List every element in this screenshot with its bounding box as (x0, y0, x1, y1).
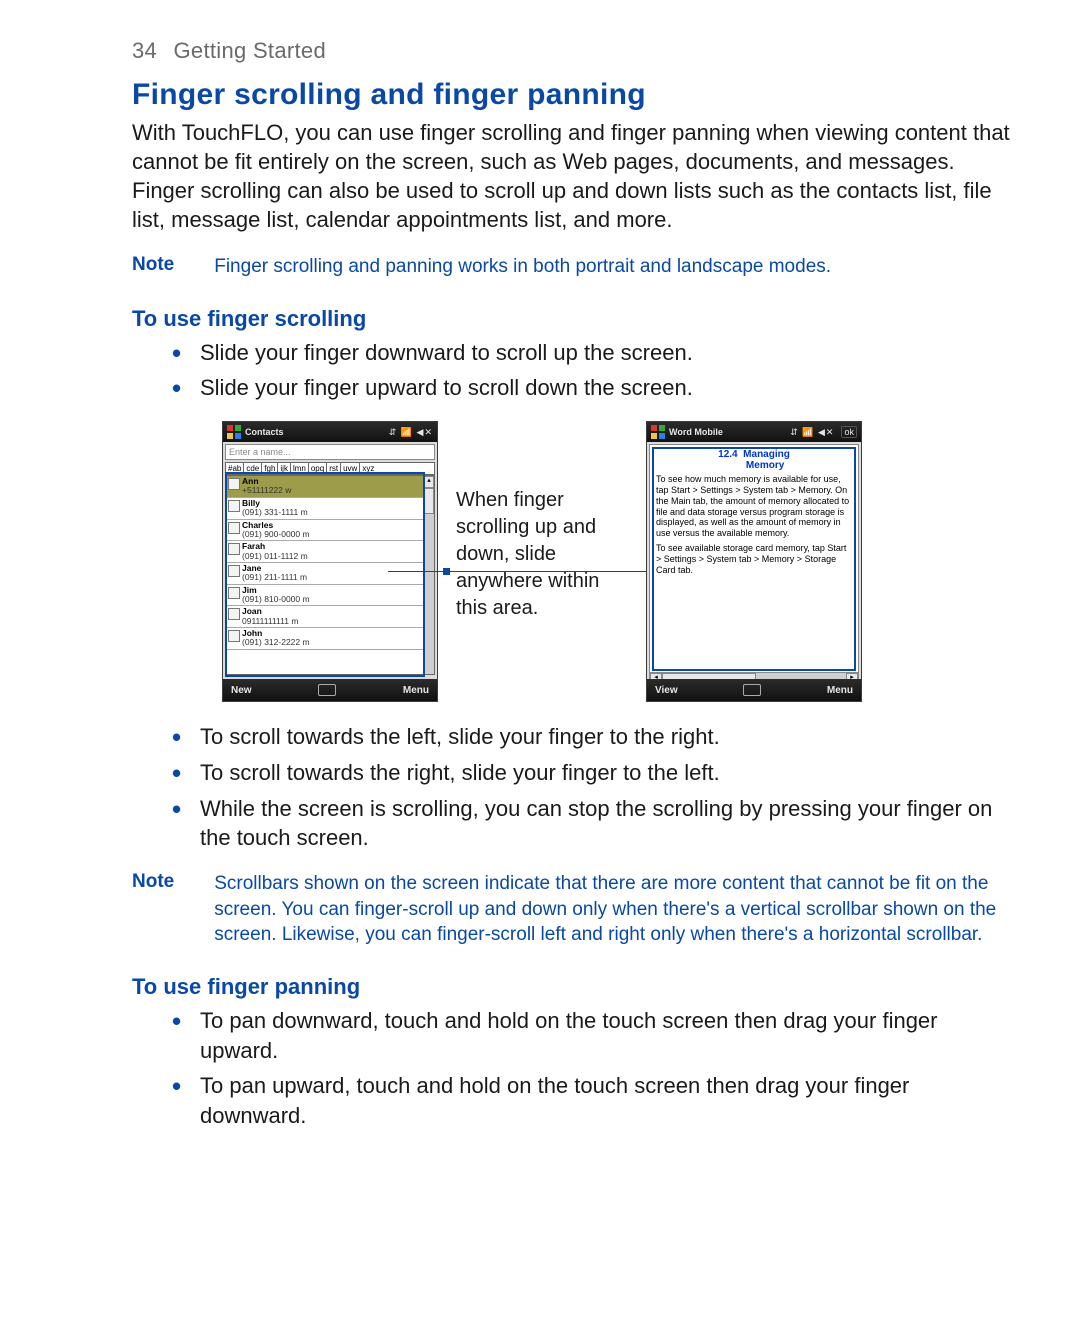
contact-row[interactable]: Joan09111111111 m (226, 606, 434, 628)
scroll-thumb[interactable] (662, 673, 756, 679)
contact-row[interactable]: John(091) 312-2222 m (226, 628, 434, 650)
list-item: Slide your finger downward to scroll up … (132, 338, 1020, 368)
contact-row[interactable]: Jane(091) 211-1111 m (226, 563, 434, 585)
softkey-bar: View Menu (647, 679, 861, 701)
alpha-tab[interactable]: rst (327, 462, 341, 475)
phone-title: Word Mobile (669, 427, 786, 437)
phone-title: Contacts (245, 427, 385, 437)
alpha-tab[interactable]: xyz (360, 462, 435, 475)
note-2: Note Scrollbars shown on the screen indi… (132, 871, 1020, 948)
status-icons: ⇵ 📶 ◀✕ (790, 427, 834, 438)
list-item: To pan downward, touch and hold on the t… (132, 1006, 1020, 1065)
contact-icon (228, 522, 240, 534)
subhead-finger-scrolling: To use finger scrolling (132, 306, 1020, 332)
search-input-placeholder: Enter a name... (229, 447, 291, 457)
vertical-scrollbar[interactable]: ▴ (423, 476, 434, 674)
softkey-right[interactable]: Menu (403, 685, 429, 696)
callout-line (388, 571, 688, 572)
contact-row[interactable]: Farah(091) 011-1112 m (226, 541, 434, 563)
section-name: Getting Started (174, 38, 326, 63)
doc-paragraph: To see how much memory is available for … (656, 474, 852, 539)
alpha-tab[interactable]: fgh (262, 462, 278, 475)
search-input[interactable]: Enter a name... (225, 444, 435, 460)
windows-flag-icon (227, 425, 241, 439)
scroll-left-arrow-icon[interactable]: ◂ (650, 673, 662, 679)
alpha-tab[interactable]: lmn (291, 462, 309, 475)
horizontal-scrollbar[interactable]: ◂ ▸ (650, 672, 858, 679)
scroll-up-arrow-icon[interactable]: ▴ (424, 476, 434, 488)
status-icons: ⇵ 📶 ◀✕ (389, 427, 433, 438)
word-content: 12.4 Managing Memory To see how much mem… (647, 442, 861, 679)
alpha-index-row[interactable]: #ab cde fgh ijk lmn opq rst uvw xyz (225, 462, 435, 475)
alpha-tab[interactable]: uvw (341, 462, 360, 475)
document-page: 34 Getting Started Finger scrolling and … (0, 0, 1080, 1327)
windows-flag-icon (651, 425, 665, 439)
softkey-left[interactable]: New (231, 685, 252, 696)
contacts-content: Enter a name... #ab cde fgh ijk lmn opq … (223, 442, 437, 679)
contact-row[interactable]: Billy(091) 331-1111 m (226, 498, 434, 520)
keyboard-icon[interactable] (318, 684, 336, 696)
ok-button[interactable]: ok (841, 426, 857, 438)
list-item: While the screen is scrolling, you can s… (132, 794, 1020, 853)
contact-icon (228, 587, 240, 599)
phone-contacts: Contacts ⇵ 📶 ◀✕ Enter a name... #ab cde … (222, 421, 438, 702)
figure-row: Contacts ⇵ 📶 ◀✕ Enter a name... #ab cde … (222, 421, 1020, 702)
softkey-bar: New Menu (223, 679, 437, 701)
running-head: 34 Getting Started (132, 38, 1020, 64)
alpha-tab[interactable]: opq (309, 462, 327, 475)
subhead-finger-panning: To use finger panning (132, 974, 1020, 1000)
list-item: To scroll towards the left, slide your f… (132, 722, 1020, 752)
contact-icon (228, 608, 240, 620)
softkey-left[interactable]: View (655, 685, 678, 696)
alpha-tab[interactable]: ijk (278, 462, 291, 475)
phone-word-mobile: Word Mobile ⇵ 📶 ◀✕ ok 12.4 Managing Memo… (646, 421, 862, 702)
phone-title-bar: Word Mobile ⇵ 📶 ◀✕ ok (647, 422, 861, 442)
keyboard-icon[interactable] (743, 684, 761, 696)
bullet-list-1: Slide your finger downward to scroll up … (132, 338, 1020, 403)
contact-icon (228, 565, 240, 577)
scroll-thumb[interactable] (424, 488, 434, 514)
list-item: Slide your finger upward to scroll down … (132, 373, 1020, 403)
note-label: Note (132, 871, 174, 948)
bullet-list-3: To pan downward, touch and hold on the t… (132, 1006, 1020, 1131)
list-item: To scroll towards the right, slide your … (132, 758, 1020, 788)
contact-icon (228, 478, 240, 490)
document-area[interactable]: 12.4 Managing Memory To see how much mem… (649, 444, 859, 679)
scroll-right-arrow-icon[interactable]: ▸ (846, 673, 858, 679)
softkey-right[interactable]: Menu (827, 685, 853, 696)
note-text: Scrollbars shown on the screen indicate … (214, 871, 1020, 948)
contact-row[interactable]: Charles(091) 900-0000 m (226, 520, 434, 542)
doc-paragraph: To see available storage card memory, ta… (656, 543, 852, 575)
contact-icon (228, 500, 240, 512)
figure-caption-text: When finger scrolling up and down, slide… (456, 489, 599, 619)
note-label: Note (132, 254, 174, 280)
intro-paragraph: With TouchFLO, you can use finger scroll… (132, 118, 1020, 234)
contact-icon (228, 543, 240, 555)
alpha-tab[interactable]: cde (244, 462, 262, 475)
figure-caption: When finger scrolling up and down, slide… (448, 421, 636, 622)
list-item: To pan upward, touch and hold on the tou… (132, 1071, 1020, 1130)
contact-list[interactable]: Ann+51111222 w Billy(091) 331-1111 m Cha… (225, 475, 435, 675)
alpha-tab[interactable]: #ab (225, 462, 244, 475)
contact-icon (228, 630, 240, 642)
contact-row[interactable]: Jim(091) 810-0000 m (226, 585, 434, 607)
heading-1: Finger scrolling and finger panning (132, 78, 1020, 112)
note-text: Finger scrolling and panning works in bo… (214, 254, 831, 280)
bullet-list-2: To scroll towards the left, slide your f… (132, 722, 1020, 853)
page-number: 34 (132, 38, 157, 63)
contact-row[interactable]: Ann+51111222 w (226, 476, 434, 498)
doc-heading: 12.4 Managing Memory (656, 449, 852, 471)
note-1: Note Finger scrolling and panning works … (132, 254, 1020, 280)
phone-title-bar: Contacts ⇵ 📶 ◀✕ (223, 422, 437, 442)
